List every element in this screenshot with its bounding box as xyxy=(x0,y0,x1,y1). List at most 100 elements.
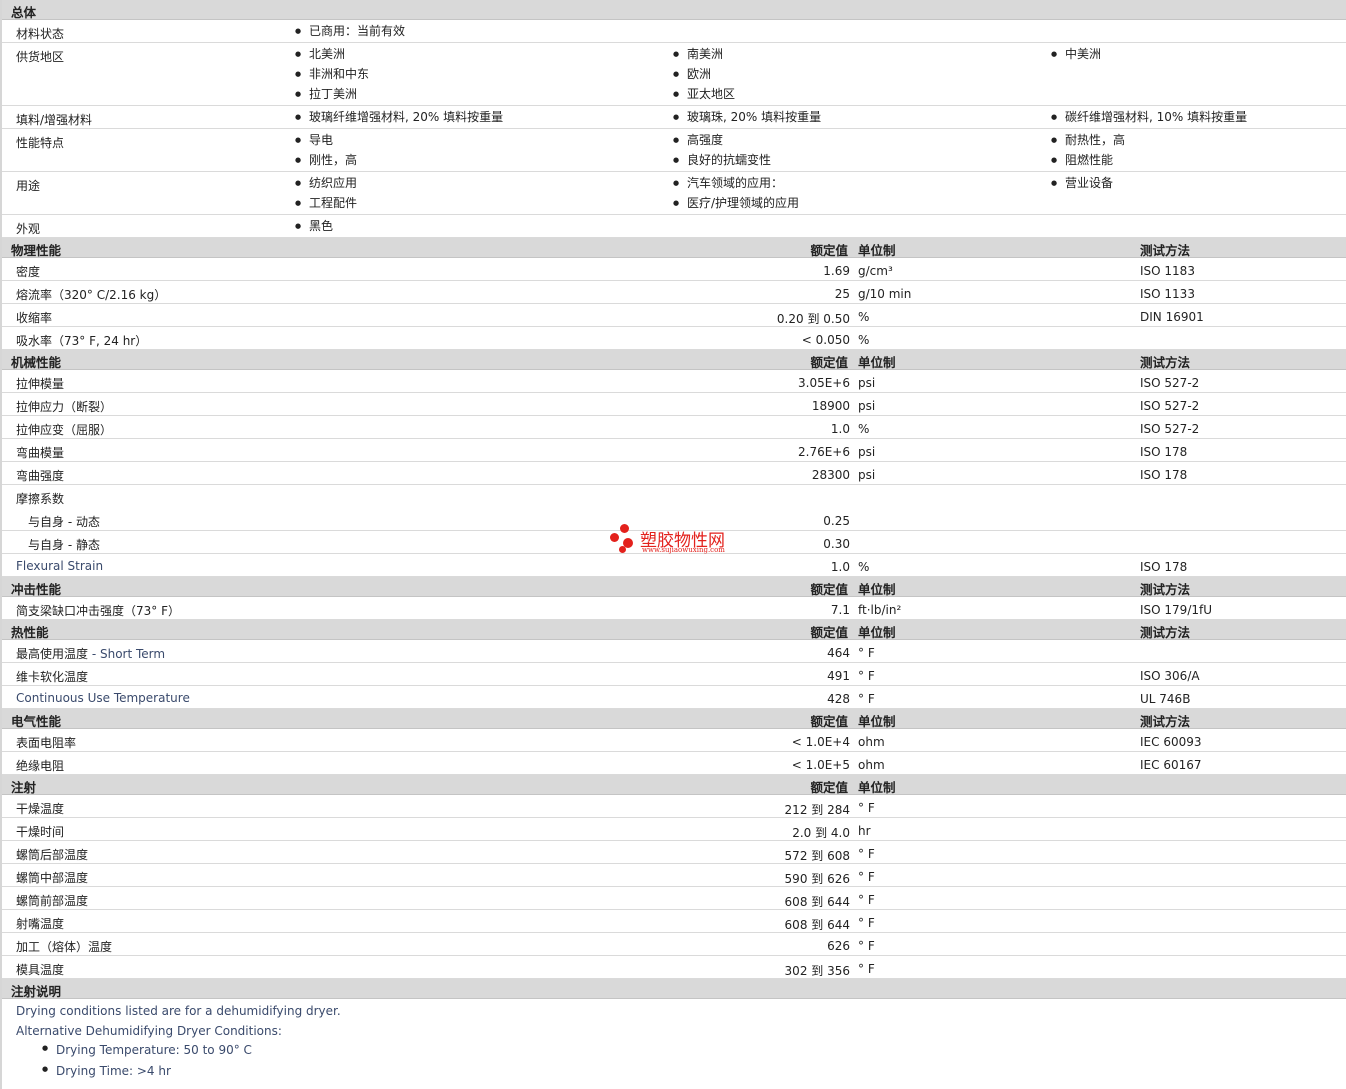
header-method: 测试方法 xyxy=(1140,582,1191,597)
property-value: 0.25 xyxy=(823,514,850,528)
property-label: 熔流率（320° C/2.16 kg） xyxy=(16,286,166,303)
property-unit: ° F xyxy=(858,870,875,884)
property-label-text: 密度 xyxy=(16,265,41,279)
property-label-text: 拉伸模量 xyxy=(16,377,65,391)
note-line: Drying conditions listed are for a dehum… xyxy=(16,1004,341,1018)
property-unit: psi xyxy=(858,376,876,390)
bullet-column: 耐热性，高阻燃性能 xyxy=(1051,129,1125,170)
property-value: 0.30 xyxy=(823,537,850,551)
property-value: 0.20 到 0.50 xyxy=(776,312,850,326)
property-value: 608 到 644 xyxy=(784,895,850,909)
property-label-text: 螺筒前部温度 xyxy=(16,894,89,908)
test-method: ISO 527-2 xyxy=(1140,399,1200,413)
property-row: 拉伸应变（屈服） 1.0% ISO 527-2 xyxy=(2,416,1346,439)
property-label: 干燥时间 xyxy=(16,823,64,840)
property-value: < 1.0E+4 xyxy=(791,735,850,749)
property-label: 干燥温度 xyxy=(16,800,64,817)
property-row: 维卡软化温度 491 ° F ISO 306/A xyxy=(2,663,1346,686)
property-row: 供货地区 北美洲非洲和中东拉丁美洲 南美洲欧洲亚太地区 中美洲 xyxy=(2,43,1346,106)
bullet-item: 南美洲 xyxy=(673,44,735,64)
property-value: 18900 xyxy=(811,399,850,413)
bullet-column: 营业设备 xyxy=(1051,172,1113,193)
property-unit: ohm xyxy=(858,758,885,772)
property-label-text: 螺筒后部温度 xyxy=(16,848,89,862)
property-row: Continuous Use Temperature 428 ° F UL 746B xyxy=(2,686,1346,709)
property-label: 拉伸应变（屈服） xyxy=(16,421,112,438)
logo-dot-icon xyxy=(620,524,629,533)
property-value: 572 到 608 xyxy=(784,849,850,863)
section-title: 总体 xyxy=(11,5,37,20)
property-label: 螺筒中部温度 xyxy=(16,869,88,886)
header-method: 测试方法 xyxy=(1140,625,1191,640)
property-label-text: 弯曲模量 xyxy=(16,446,65,460)
property-row: 性能特点 导电刚性，高 高强度良好的抗蠕变性 耐热性，高阻燃性能 xyxy=(2,129,1346,172)
test-method: IEC 60167 xyxy=(1140,758,1202,772)
watermark-url: www.sujiaowuxing.com xyxy=(642,546,725,554)
header-value: 额定值 xyxy=(810,714,848,729)
property-label: 性能特点 xyxy=(16,136,65,150)
property-unit: ° F xyxy=(858,646,875,660)
section-header-general: 总体 xyxy=(2,0,1346,20)
property-value: 3.05E+6 xyxy=(798,376,850,390)
property-unit: psi xyxy=(858,445,876,459)
property-label-text: 熔流率（320° C/2.16 kg） xyxy=(16,288,167,302)
property-label: 弯曲强度 xyxy=(16,467,64,484)
property-label-suffix: - Short Term xyxy=(88,647,166,661)
property-value: 491 xyxy=(827,669,850,683)
header-method: 测试方法 xyxy=(1140,355,1191,370)
section-title: 冲击性能 xyxy=(11,582,62,597)
property-row: 螺筒中部温度 590 到 626 ° F xyxy=(2,864,1346,887)
property-value: 1.0 xyxy=(830,422,850,436)
property-row: 螺筒前部温度 608 到 644 ° F xyxy=(2,887,1346,910)
test-method: ISO 178 xyxy=(1140,560,1188,574)
property-label: 与自身 - 静态 xyxy=(28,536,100,553)
property-row: 摩擦系数 xyxy=(2,485,1346,508)
header-value: 额定值 xyxy=(810,243,848,258)
test-method: ISO 1133 xyxy=(1140,287,1195,301)
bullet-item: 阻燃性能 xyxy=(1051,150,1125,170)
property-label-text: 加工（熔体）温度 xyxy=(16,940,113,954)
property-row: 材料状态 已商用：当前有效 xyxy=(2,20,1346,43)
property-label: Continuous Use Temperature xyxy=(16,691,190,705)
property-row: 表面电阻率 < 1.0E+4 ohm IEC 60093 xyxy=(2,729,1346,752)
property-row: 干燥时间 2.0 到 4.0 hr xyxy=(2,818,1346,841)
bullet-column: 高强度良好的抗蠕变性 xyxy=(673,129,771,170)
bullet-item: 黑色 xyxy=(295,216,333,236)
property-row: Flexural Strain 1.0% ISO 178 xyxy=(2,554,1346,577)
property-label-text: 弯曲强度 xyxy=(16,469,65,483)
property-row: 填料/增强材料 玻璃纤维增强材料, 20% 填料按重量 玻璃珠, 20% 填料按重量… xyxy=(2,106,1346,129)
property-label: 维卡软化温度 xyxy=(16,668,88,685)
section-title: 电气性能 xyxy=(11,714,62,729)
note-bullet: Drying Temperature: 50 to 90° C xyxy=(42,1043,252,1057)
property-unit: ° F xyxy=(858,669,875,683)
property-label-text: 干燥时间 xyxy=(16,825,65,839)
property-unit: ° F xyxy=(858,893,875,907)
property-value: 1.0 xyxy=(830,560,850,574)
property-unit: ohm xyxy=(858,735,885,749)
property-label-text: 干燥温度 xyxy=(16,802,65,816)
property-unit: % xyxy=(858,310,870,324)
test-method: ISO 306/A xyxy=(1140,669,1200,683)
property-unit: g/10 min xyxy=(858,287,912,301)
header-unit: 单位制 xyxy=(858,243,896,258)
header-unit: 单位制 xyxy=(858,625,896,640)
section-title: 注射 xyxy=(11,780,37,795)
property-row: 射嘴温度 608 到 644 ° F xyxy=(2,910,1346,933)
property-label-text: 与自身 - 动态 xyxy=(28,515,100,529)
property-label: 最高使用温度 - Short Term xyxy=(16,645,165,662)
property-unit: ° F xyxy=(858,692,875,706)
property-label-text: Flexural Strain xyxy=(16,559,104,573)
bullet-item: 碳纤维增强材料, 10% 填料按重量 xyxy=(1051,107,1247,127)
bullet-item: 营业设备 xyxy=(1051,173,1113,193)
bullet-item: 中美洲 xyxy=(1051,44,1101,64)
property-row: 螺筒后部温度 572 到 608 ° F xyxy=(2,841,1346,864)
property-value: 7.1 xyxy=(830,603,850,617)
header-method: 测试方法 xyxy=(1140,714,1191,729)
bullet-item: 非洲和中东 xyxy=(295,64,369,84)
property-row: 弯曲模量 2.76E+6 psi ISO 178 xyxy=(2,439,1346,462)
test-method: ISO 179/1fU xyxy=(1140,603,1213,617)
property-value: 2.0 到 4.0 xyxy=(792,826,850,840)
logo-dot-icon xyxy=(610,533,619,542)
test-method: ISO 527-2 xyxy=(1140,422,1200,436)
bullet-item: 玻璃珠, 20% 填料按重量 xyxy=(673,107,821,127)
